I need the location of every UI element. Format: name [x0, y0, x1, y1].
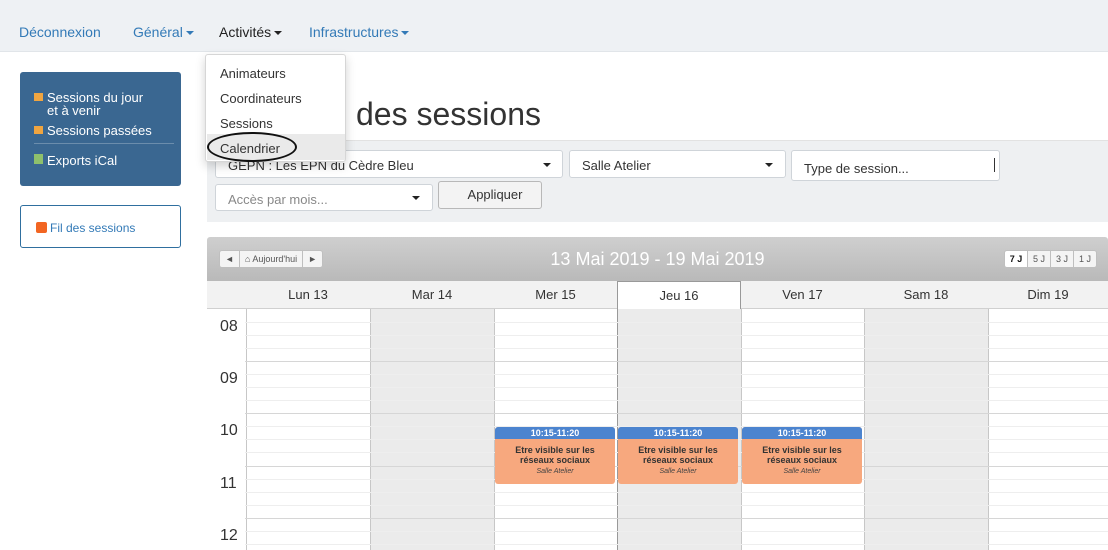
chevron-down-icon	[412, 196, 420, 200]
hour-label: 11	[220, 475, 237, 492]
calendar-view-buttons: 7 J 5 J 3 J 1 J	[1004, 250, 1097, 268]
grid-line	[245, 492, 1108, 493]
rss-icon	[36, 222, 47, 233]
day-header-fri[interactable]: Ven 17	[741, 281, 864, 309]
time-gutter-header	[207, 281, 246, 309]
hour-label: 08	[220, 318, 238, 335]
apply-button[interactable]: Appliquer	[438, 181, 542, 209]
sessions-feed-link[interactable]: Fil des sessions	[36, 221, 135, 235]
chevron-down-icon	[401, 31, 410, 36]
chevron-down-icon	[543, 163, 551, 167]
nav-general-label: Général	[133, 24, 183, 40]
dropdown-item-coordinateurs[interactable]: Coordinateurs	[220, 91, 302, 106]
event-time: 10:15-11:20	[742, 427, 862, 439]
day-column-tue[interactable]	[370, 309, 494, 550]
feed-label: Fil des sessions	[50, 221, 136, 235]
day-column-mon[interactable]	[246, 309, 370, 550]
nav-infrastructures-menu[interactable]: Infrastructures	[309, 24, 410, 40]
sidebar-item-exports-ical[interactable]: Exports iCal	[34, 154, 117, 167]
day-column-sat[interactable]	[864, 309, 988, 550]
day-column-sun[interactable]	[988, 309, 1108, 550]
grid-line	[245, 518, 1108, 519]
sidebar-divider	[34, 143, 174, 144]
grid-line	[245, 322, 1108, 323]
hour-label: 12	[220, 527, 238, 544]
view-5-days-button[interactable]: 5 J	[1027, 250, 1051, 268]
day-header-tue[interactable]: Mar 14	[370, 281, 494, 309]
grid-line	[245, 361, 1108, 362]
session-type-placeholder: Type de session...	[804, 161, 909, 176]
event-title: Etre visible sur les réseaux sociaux	[638, 445, 718, 465]
calendar-event[interactable]: 10:15-11:20 Etre visible sur les réseaux…	[742, 427, 862, 484]
day-header-wed[interactable]: Mer 15	[494, 281, 617, 309]
nav-logout-link[interactable]: Déconnexion	[19, 24, 101, 40]
grid-line	[245, 335, 1108, 336]
page-title: des sessions	[356, 96, 541, 132]
day-header-thu[interactable]: Jeu 16	[617, 281, 741, 309]
sidebar-feed-panel: Fil des sessions	[20, 205, 181, 248]
month-select-placeholder: Accès par mois...	[228, 192, 328, 207]
calendar-event[interactable]: 10:15-11:20 Etre visible sur les réseaux…	[495, 427, 615, 484]
day-header-mon[interactable]: Lun 13	[246, 281, 370, 309]
event-title: Etre visible sur les réseaux sociaux	[762, 445, 842, 465]
event-room: Salle Atelier	[536, 468, 574, 475]
event-room: Salle Atelier	[783, 468, 821, 475]
view-7-days-button[interactable]: 7 J	[1004, 250, 1028, 268]
event-title: Etre visible sur les réseaux sociaux	[515, 445, 595, 465]
event-time: 10:15-11:20	[495, 427, 615, 439]
grid-line	[245, 544, 1108, 545]
room-select-value: Salle Atelier	[582, 158, 651, 173]
grid-line	[245, 387, 1108, 388]
month-select[interactable]: Accès par mois...	[215, 184, 433, 211]
nav-activities-menu[interactable]: Activités	[219, 24, 283, 40]
sidebar-item-label: Exports iCal	[47, 153, 118, 168]
calendar-range-title: 13 Mai 2019 - 19 Mai 2019	[550, 249, 765, 269]
dropdown-item-animateurs[interactable]: Animateurs	[220, 66, 286, 81]
event-room: Salle Atelier	[659, 468, 697, 475]
calendar-week-grid: 08 09 10 11 12 10:15-11:20 Etre visible …	[207, 309, 1108, 550]
sidebar-item-label: Sessions passées	[47, 123, 152, 138]
chevron-down-icon	[274, 31, 283, 36]
view-1-day-button[interactable]: 1 J	[1073, 250, 1097, 268]
session-type-select[interactable]: Type de session...	[791, 150, 1000, 181]
sidebar-item-sessions-past[interactable]: Sessions passées	[34, 124, 152, 137]
grid-line	[245, 505, 1108, 506]
grid-line	[245, 413, 1108, 414]
nav-general-menu[interactable]: Général	[133, 24, 194, 40]
calendar-icon	[34, 126, 43, 134]
highlight-circle-annotation	[207, 132, 297, 162]
chevron-down-icon	[185, 31, 194, 36]
calendar-icon	[34, 93, 43, 101]
grid-line	[245, 531, 1108, 532]
sidebar-item-sessions-today-line2[interactable]: et à venir	[47, 104, 100, 117]
view-3-days-button[interactable]: 3 J	[1050, 250, 1074, 268]
hour-label: 09	[220, 370, 238, 387]
day-header-sat[interactable]: Sam 18	[864, 281, 988, 309]
hour-label: 10	[220, 422, 238, 439]
day-header-sun[interactable]: Dim 19	[988, 281, 1108, 309]
event-time: 10:15-11:20	[618, 427, 738, 439]
select-scroll-arrows-icon	[994, 158, 996, 172]
nav-infrastructures-label: Infrastructures	[309, 24, 399, 40]
dropdown-item-sessions[interactable]: Sessions	[220, 116, 273, 131]
room-select[interactable]: Salle Atelier	[569, 150, 786, 178]
top-navbar: Déconnexion Général Activités Infrastruc…	[0, 0, 1108, 52]
calendar-toolbar: ◄ ⌂ Aujourd'hui ► 13 Mai 2019 - 19 Mai 2…	[207, 237, 1108, 281]
grid-line	[245, 400, 1108, 401]
chevron-down-icon	[765, 163, 773, 167]
calendar-event[interactable]: 10:15-11:20 Etre visible sur les réseaux…	[618, 427, 738, 484]
grid-line	[245, 348, 1108, 349]
sidebar-sessions-panel: Sessions du jour et à venir Sessions pas…	[20, 72, 181, 186]
export-icon	[34, 154, 43, 164]
grid-line	[245, 374, 1108, 375]
nav-activities-label: Activités	[219, 24, 272, 40]
